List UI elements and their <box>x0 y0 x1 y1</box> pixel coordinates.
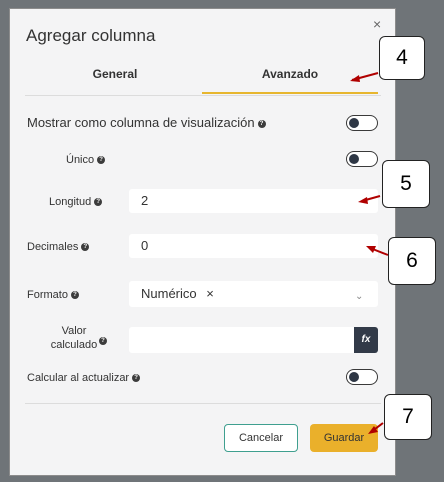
callout-arrows <box>350 72 389 434</box>
callout-5: 5 <box>382 160 430 208</box>
callout-7: 7 <box>384 394 432 440</box>
callout-4: 4 <box>379 36 425 80</box>
callout-arrowhead-5 <box>358 197 368 204</box>
callout-6: 6 <box>388 237 436 285</box>
callout-arrowhead-4 <box>350 75 360 82</box>
callout-arrowhead-6 <box>366 246 376 253</box>
